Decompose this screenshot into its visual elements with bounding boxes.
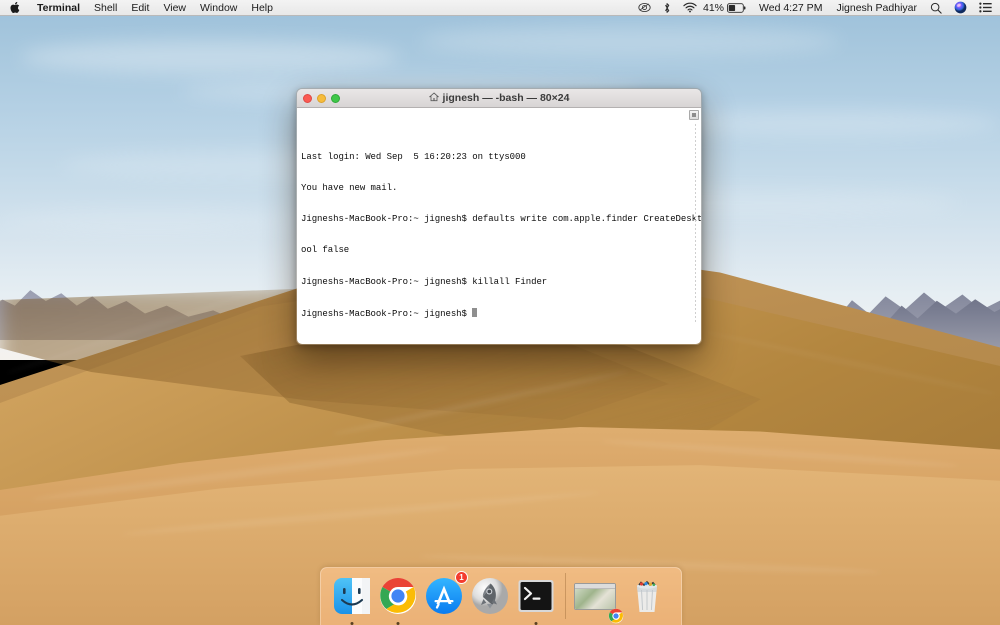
terminal-icon <box>516 576 556 616</box>
terminal-line: Jigneshs-MacBook-Pro:~ jignesh$ defaults… <box>301 214 697 224</box>
minimized-window-thumbnail <box>574 583 616 610</box>
terminal-cursor <box>472 308 477 317</box>
wifi-icon[interactable] <box>683 2 697 13</box>
app-store-badge: 1 <box>455 571 468 584</box>
menu-item-view[interactable]: View <box>156 0 193 16</box>
dock-item-launchpad[interactable] <box>467 573 513 619</box>
dock-separator <box>565 573 566 619</box>
spotlight-search-icon[interactable] <box>930 2 942 14</box>
minimize-button[interactable] <box>317 94 326 103</box>
terminal-output-area[interactable]: Last login: Wed Sep 5 16:20:23 on ttys00… <box>297 108 701 345</box>
terminal-line: Jigneshs-MacBook-Pro:~ jignesh$ killall … <box>301 277 697 287</box>
terminal-line: You have new mail. <box>301 183 697 193</box>
menu-bar-left: Terminal Shell Edit View Window Help <box>0 0 280 16</box>
cloud <box>420 26 840 56</box>
menu-item-terminal[interactable]: Terminal <box>30 0 87 16</box>
menu-item-shell[interactable]: Shell <box>87 0 124 16</box>
menu-item-edit[interactable]: Edit <box>124 0 156 16</box>
chrome-icon <box>378 576 418 616</box>
close-button[interactable] <box>303 94 312 103</box>
dock-item-chrome[interactable] <box>375 573 421 619</box>
terminal-window[interactable]: jignesh — -bash — 80×24 Last login: Wed … <box>296 88 702 345</box>
trash-icon <box>627 576 667 616</box>
battery-percent-label: 41% <box>703 2 724 14</box>
cloud <box>0 210 300 232</box>
dock-item-terminal[interactable] <box>513 573 559 619</box>
cloud <box>20 40 400 74</box>
scrollbar-track[interactable] <box>695 124 696 324</box>
terminal-line: ool false <box>301 245 697 255</box>
menu-bar-clock[interactable]: Wed 4:27 PM <box>759 2 822 14</box>
dock: 1 <box>320 567 682 625</box>
menu-item-help[interactable]: Help <box>244 0 280 16</box>
screen-sharing-icon[interactable] <box>638 2 651 13</box>
chrome-badge-icon <box>608 608 624 624</box>
window-controls <box>297 94 340 103</box>
scrollbar-button[interactable] <box>689 110 699 120</box>
notification-center-icon[interactable] <box>979 2 992 13</box>
menu-bar-username[interactable]: Jignesh Padhiyar <box>836 2 917 14</box>
apple-logo-icon[interactable] <box>9 1 21 15</box>
terminal-title-bar[interactable]: jignesh — -bash — 80×24 <box>297 89 701 108</box>
bluetooth-icon[interactable] <box>663 2 671 14</box>
finder-icon <box>332 576 372 616</box>
terminal-prompt-line: Jigneshs-MacBook-Pro:~ jignesh$ <box>301 308 697 319</box>
terminal-title: jignesh — -bash — 80×24 <box>297 92 701 105</box>
menu-item-window[interactable]: Window <box>193 0 244 16</box>
menu-bar: Terminal Shell Edit View Window Help <box>0 0 1000 16</box>
terminal-prompt: Jigneshs-MacBook-Pro:~ jignesh$ <box>301 309 472 319</box>
launchpad-icon <box>470 576 510 616</box>
menu-bar-status-area: 41% Wed 4:27 PM Jignesh Padhiyar <box>632 1 1000 14</box>
siri-icon[interactable] <box>954 1 967 14</box>
terminal-line: Last login: Wed Sep 5 16:20:23 on ttys00… <box>301 152 697 162</box>
terminal-title-label: jignesh — -bash — 80×24 <box>443 92 570 104</box>
dock-item-finder[interactable] <box>329 573 375 619</box>
zoom-button[interactable] <box>331 94 340 103</box>
home-folder-icon <box>429 92 439 105</box>
dock-item-app-store[interactable]: 1 <box>421 573 467 619</box>
dock-item-trash[interactable] <box>624 573 670 619</box>
minimized-window-content <box>575 589 615 610</box>
battery-icon[interactable] <box>727 3 746 13</box>
dock-item-minimized-chrome-window[interactable] <box>572 573 618 619</box>
